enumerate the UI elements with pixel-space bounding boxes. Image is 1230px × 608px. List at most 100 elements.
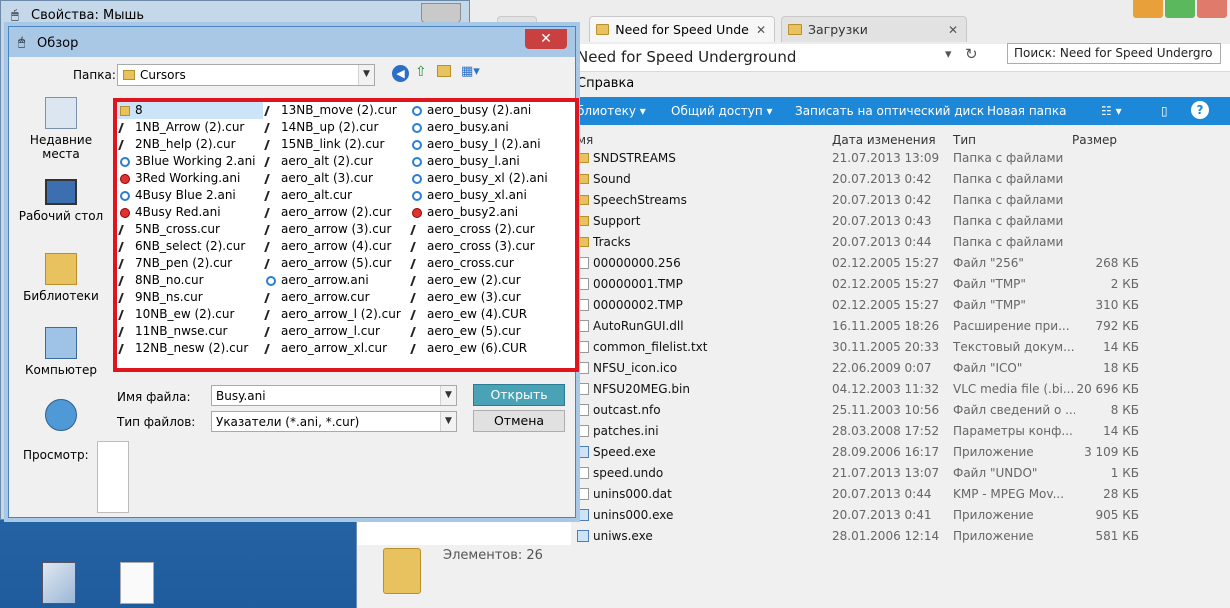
file-item[interactable]: 2NB_help (2).cur — [117, 136, 263, 153]
file-item[interactable]: aero_busy.ani — [409, 119, 559, 136]
table-row[interactable]: outcast.nfo 25.11.2003 10:56 Файл сведений… — [577, 400, 1167, 421]
file-item[interactable]: aero_ew (3).cur — [409, 289, 559, 306]
file-item[interactable]: 1NB_Arrow (2).cur — [117, 119, 263, 136]
file-item[interactable]: aero_arrow_xl.cur — [263, 340, 409, 357]
file-item[interactable]: 13NB_move (2).cur — [263, 102, 409, 119]
shortcut-icon[interactable] — [42, 562, 76, 604]
maximize-button[interactable] — [1165, 0, 1195, 18]
table-row[interactable]: SpeechStreams 20.07.2013 0:42 Папка с файл… — [577, 190, 1167, 211]
place-network[interactable] — [11, 399, 111, 435]
file-item[interactable]: aero_arrow_l (2).cur — [263, 306, 409, 323]
file-item[interactable]: aero_alt (3).cur — [263, 170, 409, 187]
share-button[interactable]: Общий доступ ▾ — [671, 104, 773, 118]
file-item[interactable]: aero_busy (2).ani — [409, 102, 559, 119]
file-item[interactable]: aero_busy2.ani — [409, 204, 559, 221]
column-size[interactable]: Размер — [1072, 133, 1117, 147]
file-item[interactable]: aero_cross (3).cur — [409, 238, 559, 255]
file-item[interactable]: aero_busy_l (2).ani — [409, 136, 559, 153]
folder-select[interactable]: Cursors ▼ — [117, 64, 375, 86]
search-input[interactable]: Поиск: Need for Speed Undergro — [1007, 43, 1221, 64]
file-item[interactable]: 3Red Working.ani — [117, 170, 263, 187]
table-row[interactable]: 00000002.TMP 02.12.2005 15:27 Файл "TMP" 31… — [577, 295, 1167, 316]
file-item[interactable]: 4Busy Blue 2.ani — [117, 187, 263, 204]
up-folder-icon[interactable]: ⇧ — [415, 64, 427, 80]
minimize-button[interactable] — [1133, 0, 1163, 18]
file-item[interactable]: 4Busy Red.ani — [117, 204, 263, 221]
table-row[interactable]: Sound 20.07.2013 0:42 Папка с файлами — [577, 169, 1167, 190]
table-row[interactable]: common_filelist.txt 30.11.2005 20:33 Текст… — [577, 337, 1167, 358]
file-item[interactable]: aero_cross.cur — [409, 255, 559, 272]
dropdown-icon[interactable]: ▾ — [945, 47, 952, 62]
file-item[interactable]: 10NB_ew (2).cur — [117, 306, 263, 323]
file-item[interactable]: aero_arrow (5).cur — [263, 255, 409, 272]
table-row[interactable]: patches.ini 28.03.2008 17:52 Параметры кон… — [577, 421, 1167, 442]
file-item[interactable]: aero_arrow.cur — [263, 289, 409, 306]
back-icon[interactable]: ◀ — [392, 65, 409, 82]
file-item[interactable]: aero_arrow (4).cur — [263, 238, 409, 255]
table-row[interactable]: SNDSTREAMS 21.07.2013 13:09 Папка с файлам… — [577, 148, 1167, 169]
place-libraries[interactable]: Библиотеки — [11, 253, 111, 303]
table-row[interactable]: 00000001.TMP 02.12.2005 15:27 Файл "TMP" 2 … — [577, 274, 1167, 295]
file-item[interactable]: aero_busy_xl.ani — [409, 187, 559, 204]
file-item[interactable]: aero_busy_xl (2).ani — [409, 170, 559, 187]
burn-button[interactable]: Записать на оптический диск — [795, 104, 984, 118]
file-item[interactable]: 3Blue Working 2.ani — [117, 153, 263, 170]
view-options-icon[interactable]: ☷ ▾ — [1101, 104, 1122, 118]
new-folder-icon[interactable] — [437, 65, 451, 77]
file-item[interactable]: 11NB_nwse.cur — [117, 323, 263, 340]
file-item[interactable]: 15NB_link (2).cur — [263, 136, 409, 153]
table-row[interactable]: unins000.dat 20.07.2013 0:44 KMP - MPEG Mo… — [577, 484, 1167, 505]
file-item[interactable]: aero_arrow.ani — [263, 272, 409, 289]
tab-close-icon[interactable]: ✕ — [948, 23, 958, 37]
preview-pane-icon[interactable]: ▯ — [1161, 104, 1168, 118]
file-item[interactable]: aero_alt.cur — [263, 187, 409, 204]
tab-need-for-speed[interactable]: Need for Speed Undergrou ✕ — [589, 16, 775, 42]
file-item[interactable]: aero_arrow (3).cur — [263, 221, 409, 238]
table-row[interactable]: speed.undo 21.07.2013 13:07 Файл "UNDO" 1 К… — [577, 463, 1167, 484]
menu-help[interactable]: Справка — [577, 76, 634, 91]
cancel-button[interactable]: Отмена — [473, 410, 565, 432]
table-row[interactable]: NFSU_icon.ico 22.06.2009 0:07 Файл "ICO" 18… — [577, 358, 1167, 379]
file-item[interactable]: aero_alt (2).cur — [263, 153, 409, 170]
add-to-library-button[interactable]: блиотеку ▾ — [577, 104, 646, 118]
help-icon[interactable]: ? — [1191, 101, 1209, 119]
file-item[interactable]: 12NB_nesw (2).cur — [117, 340, 263, 357]
file-item[interactable]: 5NB_cross.cur — [117, 221, 263, 238]
file-item[interactable]: 8 — [117, 102, 263, 119]
new-folder-button[interactable]: Новая папка — [987, 104, 1066, 118]
file-item[interactable]: 9NB_ns.cur — [117, 289, 263, 306]
document-icon[interactable] — [120, 562, 154, 604]
table-row[interactable]: AutoRunGUI.dll 16.11.2005 18:26 Расширение… — [577, 316, 1167, 337]
table-row[interactable]: Tracks 20.07.2013 0:44 Папка с файлами — [577, 232, 1167, 253]
filetype-select[interactable]: Указатели (*.ani, *.cur) ▼ — [211, 411, 457, 432]
table-row[interactable]: Speed.exe 28.09.2006 16:17 Приложение 3 109… — [577, 442, 1167, 463]
tab-downloads[interactable]: Загрузки ✕ — [781, 16, 967, 42]
view-menu-icon[interactable]: ▦▾ — [461, 64, 480, 79]
table-row[interactable]: unins000.exe 20.07.2013 0:41 Приложение 905… — [577, 505, 1167, 526]
open-button[interactable]: Открыть — [473, 384, 565, 406]
file-item[interactable]: aero_ew (2).cur — [409, 272, 559, 289]
file-item[interactable]: aero_arrow (2).cur — [263, 204, 409, 221]
filename-input[interactable]: Busy.ani ▼ — [211, 385, 457, 406]
column-date[interactable]: Дата изменения — [832, 133, 936, 147]
file-item[interactable]: aero_arrow_l.cur — [263, 323, 409, 340]
place-recent[interactable]: Недавние места — [11, 97, 111, 161]
file-item[interactable]: aero_cross (2).cur — [409, 221, 559, 238]
props-close-button[interactable] — [421, 3, 461, 23]
table-row[interactable]: Support 20.07.2013 0:43 Папка с файлами — [577, 211, 1167, 232]
table-row[interactable]: 00000000.256 02.12.2005 15:27 Файл "256" 26… — [577, 253, 1167, 274]
file-item[interactable]: 6NB_select (2).cur — [117, 238, 263, 255]
file-item[interactable]: 7NB_pen (2).cur — [117, 255, 263, 272]
close-button[interactable] — [1197, 0, 1227, 18]
file-item[interactable]: aero_ew (6).CUR — [409, 340, 559, 357]
file-item[interactable]: aero_ew (5).cur — [409, 323, 559, 340]
file-item[interactable]: aero_busy_l.ani — [409, 153, 559, 170]
place-computer[interactable]: Компьютер — [11, 327, 111, 377]
place-desktop[interactable]: Рабочий стол — [11, 179, 111, 223]
refresh-icon[interactable]: ↻ — [965, 45, 978, 63]
column-type[interactable]: Тип — [953, 133, 976, 147]
file-item[interactable]: 8NB_no.cur — [117, 272, 263, 289]
column-name[interactable]: мя — [577, 133, 593, 147]
tab-close-icon[interactable]: ✕ — [756, 23, 766, 37]
browse-close-button[interactable]: ✕ — [525, 29, 567, 49]
